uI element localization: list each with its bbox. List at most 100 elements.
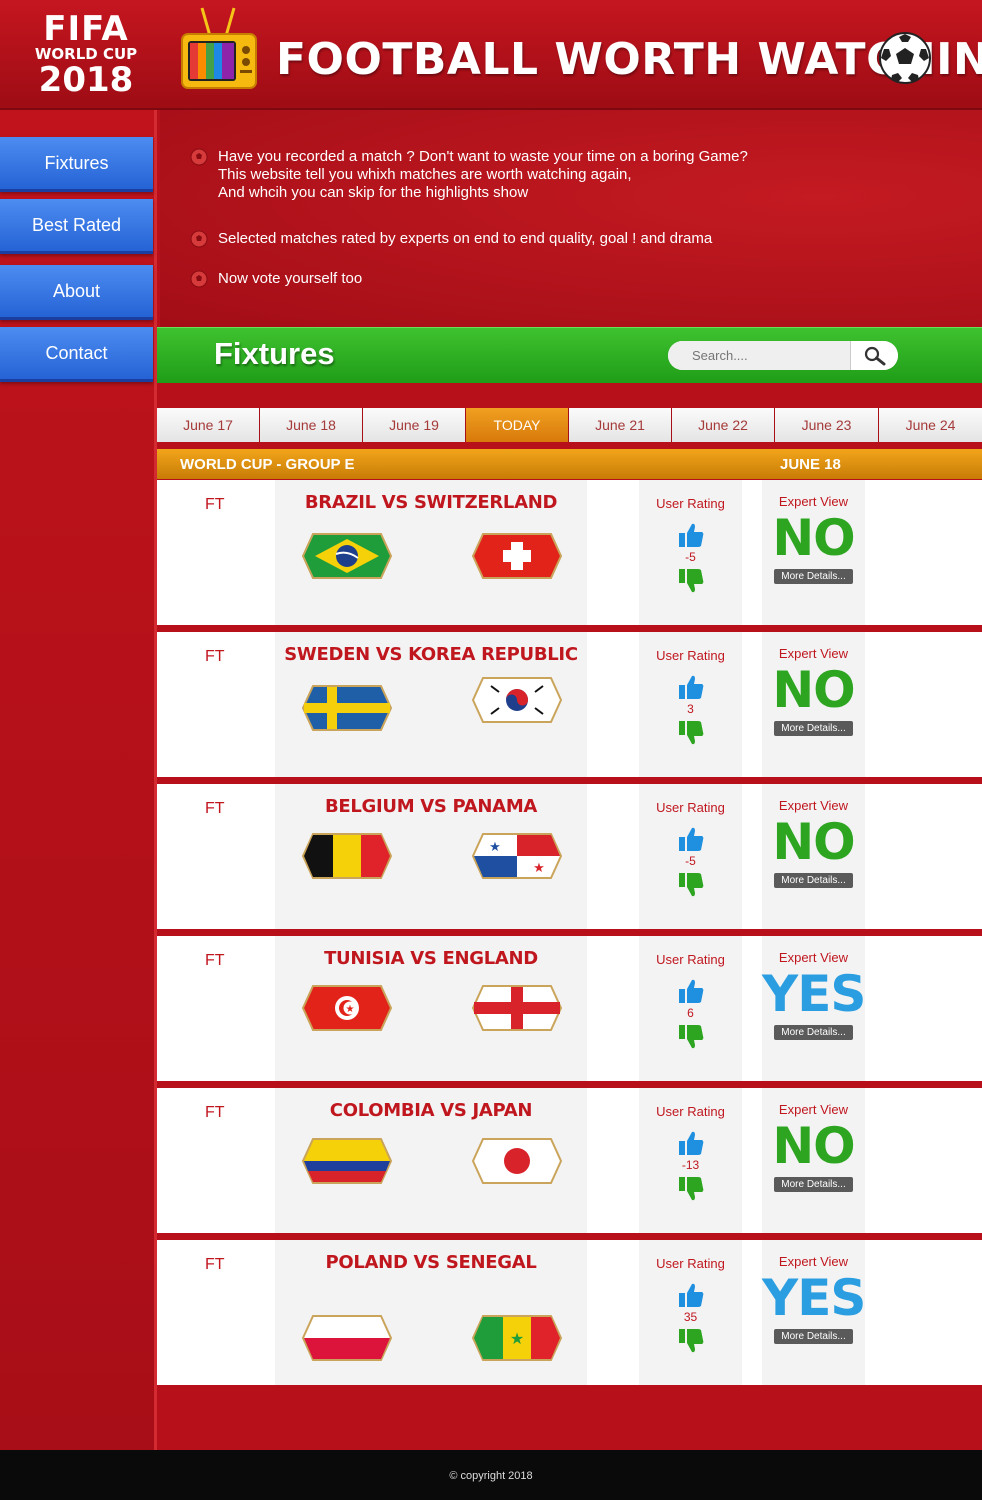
tab-today[interactable]: TODAY [466,408,569,442]
expert-view: Expert View NO More Details... [762,1088,865,1233]
thumbs-up-icon[interactable] [677,825,705,853]
thumbs-down-icon[interactable] [677,1023,705,1051]
footer: © copyright 2018 [0,1450,982,1500]
group-date: JUNE 18 [780,456,841,473]
tab-june-17[interactable]: June 17 [157,408,260,442]
expert-verdict: NO [772,1117,855,1175]
korea-republic-flag [471,677,563,723]
thumbs-up-icon[interactable] [677,673,705,701]
tab-june-22[interactable]: June 22 [672,408,775,442]
match-row[interactable]: FT POLAND VS SENEGAL ★ User Rating 35 Ex… [157,1240,982,1385]
more-details-button[interactable]: More Details... [774,1025,853,1040]
tab-june-23[interactable]: June 23 [775,408,879,442]
thumbs-down-icon[interactable] [677,719,705,747]
thumbs-up-icon[interactable] [677,1281,705,1309]
thumbs-up-icon[interactable] [677,977,705,1005]
switzerland-flag [471,533,563,579]
match-title: BELGIUM VS PANAMA [324,796,538,817]
expert-view: Expert View YES More Details... [762,936,866,1081]
sidebar-item-fixtures[interactable]: Fixtures [0,137,153,192]
user-rating-label: User Rating [656,1256,725,1271]
intro-item: Have you recorded a match ? Don't want t… [190,148,748,202]
match-teams: TUNISIA VS ENGLAND ★ [275,936,587,1081]
tab-june-18[interactable]: June 18 [260,408,363,442]
search-button[interactable] [850,341,898,370]
user-rating-score: 6 [687,1006,694,1020]
user-rating-score: -13 [681,1158,700,1172]
search-input[interactable] [668,341,850,370]
expert-verdict: YES [762,965,866,1023]
match-row[interactable]: FT TUNISIA VS ENGLAND ★ User Rating 6 Ex… [157,936,982,1081]
more-details-button[interactable]: More Details... [774,873,853,888]
more-details-button[interactable]: More Details... [774,721,853,736]
intro-text-line: Selected matches rated by experts on end… [218,230,713,247]
match-title: POLAND VS SENEGAL [325,1252,537,1273]
belgium-flag [301,833,393,879]
thumbs-down-icon[interactable] [677,1175,705,1203]
more-details-button[interactable]: More Details... [774,1177,853,1192]
sidebar-item-contact[interactable]: Contact [0,327,153,382]
fifa-world-cup-logo[interactable]: FIFA WORLD CUP 2018 [28,12,144,97]
poland-flag [301,1315,393,1361]
thumbs-up-icon[interactable] [677,1129,705,1157]
expert-view: Expert View YES More Details... [762,1240,866,1385]
user-rating: User Rating 3 [639,632,742,777]
football-bullet-icon [190,270,208,288]
match-status: FT [205,952,225,969]
match-row[interactable]: FT BRAZIL VS SWITZERLAND User Rating -5 … [157,480,982,625]
match-title: COLOMBIA VS JAPAN [329,1100,533,1121]
user-rating-label: User Rating [656,800,725,815]
thumbs-up-icon[interactable] [677,521,705,549]
search-icon [864,346,885,365]
user-rating-score: -5 [685,854,696,868]
expert-view: Expert View NO More Details... [762,632,865,777]
tab-june-24[interactable]: June 24 [879,408,982,442]
thumbs-down-icon[interactable] [677,567,705,595]
thumbs-down-icon[interactable] [677,1327,705,1355]
expert-view-label: Expert View [778,798,849,813]
football-bullet-icon [190,230,208,248]
user-rating-label: User Rating [656,648,725,663]
match-row[interactable]: FT SWEDEN VS KOREA REPUBLIC User Rating … [157,632,982,777]
fixtures-title: Fixtures [214,336,335,371]
match-status: FT [205,1104,225,1121]
sidebar-item-about[interactable]: About [0,265,153,320]
football-icon [879,32,931,84]
group-name: WORLD CUP - GROUP E [180,456,355,473]
expert-verdict: NO [772,661,855,719]
user-rating: User Rating -5 [639,784,742,929]
tab-june-21[interactable]: June 21 [569,408,672,442]
match-status: FT [205,1256,225,1273]
match-teams: SWEDEN VS KOREA REPUBLIC [275,632,587,777]
expert-verdict: NO [772,813,855,871]
japan-flag [471,1138,563,1184]
more-details-button[interactable]: More Details... [774,569,853,584]
svg-text:★: ★ [346,1004,355,1015]
intro-panel: Have you recorded a match ? Don't want t… [160,110,982,327]
senegal-flag: ★ [471,1315,563,1361]
svg-text:★: ★ [510,1329,524,1348]
match-status: FT [205,648,225,665]
match-teams: COLOMBIA VS JAPAN [275,1088,587,1233]
match-row[interactable]: FT BELGIUM VS PANAMA ★ ★ User Rating -5 … [157,784,982,929]
user-rating-score: 3 [687,702,694,716]
tab-june-19[interactable]: June 19 [363,408,466,442]
user-rating-label: User Rating [656,496,725,511]
thumbs-down-icon[interactable] [677,871,705,899]
match-teams: BELGIUM VS PANAMA ★ ★ [275,784,587,929]
tv-icon [181,7,257,89]
user-rating-label: User Rating [656,1104,725,1119]
user-rating: User Rating -5 [639,480,742,625]
sidebar-item-best-rated[interactable]: Best Rated [0,199,153,254]
expert-view-label: Expert View [778,1102,849,1117]
sweden-flag [301,685,393,731]
match-status: FT [205,800,225,817]
match-row[interactable]: FT COLOMBIA VS JAPAN User Rating -13 Exp… [157,1088,982,1233]
colombia-flag [301,1138,393,1184]
logo-line-1: FIFA [43,9,129,49]
svg-text:★: ★ [489,840,501,855]
expert-view-label: Expert View [778,950,849,965]
match-teams: BRAZIL VS SWITZERLAND [275,480,587,625]
more-details-button[interactable]: More Details... [774,1329,853,1344]
user-rating-score: 35 [683,1310,698,1324]
